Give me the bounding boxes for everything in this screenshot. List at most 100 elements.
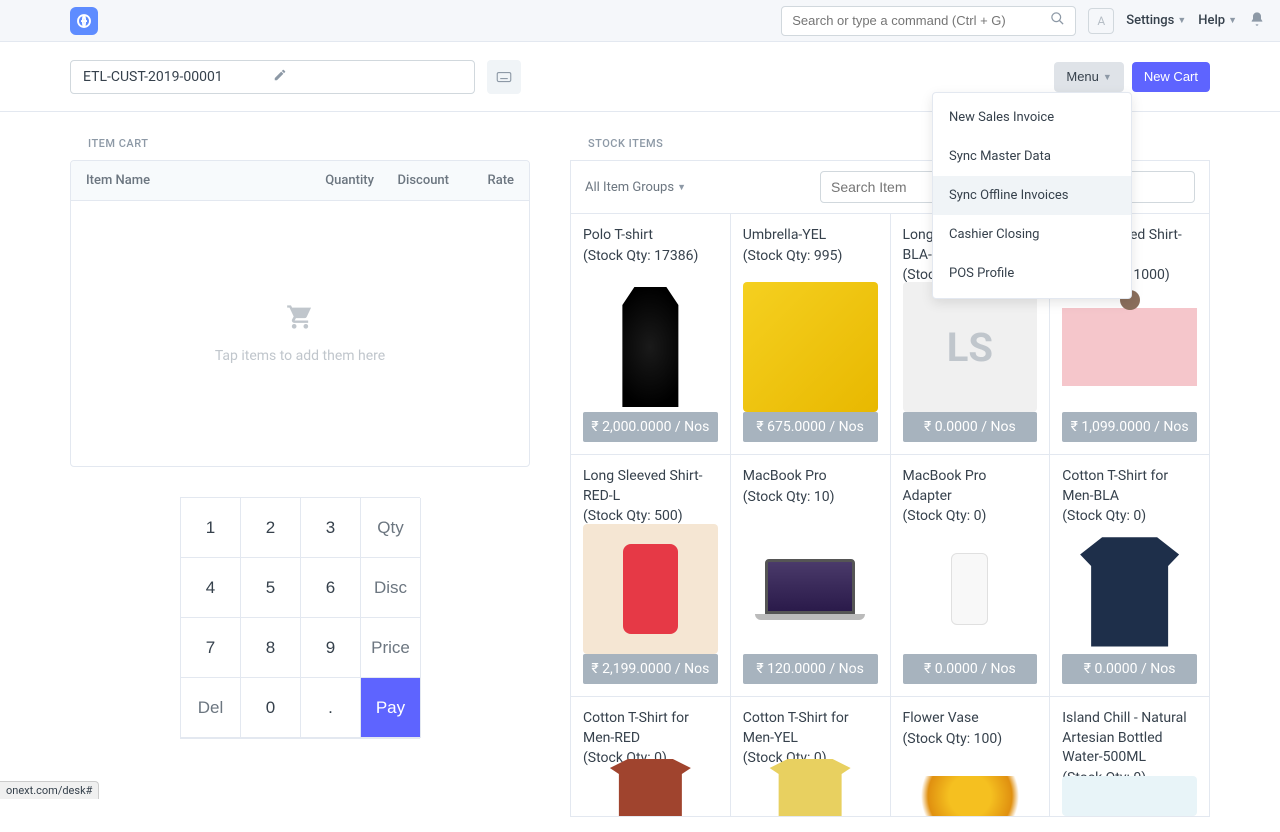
col-quantity: Quantity [304,173,374,188]
item-grid: Polo T-shirt (Stock Qty: 17386) ₹ 2,000.00… [570,213,1210,817]
numpad-pay[interactable]: Pay [361,678,421,738]
global-search-input[interactable] [792,13,1050,28]
menu-sync-offline-invoices[interactable]: Sync Offline Invoices [933,176,1131,215]
item-stock: (Stock Qty: 10) [743,489,878,505]
numpad-disc[interactable]: Disc [361,558,421,618]
menu-button[interactable]: Menu▼ [1054,62,1123,92]
settings-link[interactable]: Settings▼ [1126,13,1186,28]
keyboard-shortcut-button[interactable] [487,60,521,94]
numpad-1[interactable]: 1 [181,498,241,558]
search-icon [1050,11,1065,30]
item-card[interactable]: Cotton T-Shirt for Men-RED(Stock Qty: 0) [571,697,731,817]
pencil-icon[interactable] [273,68,463,86]
chevron-down-icon: ▼ [1228,15,1237,26]
numpad-7[interactable]: 7 [181,618,241,678]
item-image [583,282,718,412]
topbar: A Settings▼ Help▼ [0,0,1280,42]
item-name: Island Chill - Natural Artesian Bottled … [1062,709,1197,768]
item-price: ₹ 2,199.0000 / Nos [583,654,718,684]
item-stock: (Stock Qty: 0) [1062,508,1197,524]
chevron-down-icon: ▼ [677,182,686,193]
numpad-price[interactable]: Price [361,618,421,678]
item-image [583,524,718,654]
menu-sync-master-data[interactable]: Sync Master Data [933,137,1131,176]
cart-empty-state: Tap items to add them here [71,201,529,466]
numpad-6[interactable]: 6 [301,558,361,618]
numpad-2[interactable]: 2 [241,498,301,558]
bell-icon[interactable] [1249,11,1265,31]
item-image [1062,282,1197,412]
item-price: ₹ 0.0000 / Nos [903,412,1038,442]
item-card[interactable]: Umbrella-YEL (Stock Qty: 995) ₹ 675.0000 /… [731,213,891,455]
chevron-down-icon: ▼ [1103,72,1112,82]
item-card[interactable]: Flower Vase (Stock Qty: 100) [891,697,1051,817]
item-image [743,282,878,412]
numpad-qty[interactable]: Qty [361,498,421,558]
numpad-del[interactable]: Del [181,678,241,738]
item-card[interactable]: MacBook Pro (Stock Qty: 10) ₹ 120.0000 / N… [731,455,891,697]
item-image [1062,776,1197,816]
item-name: Umbrella-YEL [743,226,878,246]
item-group-dropdown[interactable]: All Item Groups▼ [585,180,686,195]
item-price: ₹ 0.0000 / Nos [903,654,1038,684]
item-stock: (Stock Qty: 17386) [583,248,718,264]
item-card[interactable]: Cotton T-Shirt for Men-BLA (Stock Qty: 0)… [1050,455,1210,697]
item-cart-label: ITEM CART [70,127,530,160]
numpad-0[interactable]: 0 [241,678,301,738]
item-name: MacBook Pro Adapter [903,467,1038,506]
menu-pos-profile[interactable]: POS Profile [933,254,1131,293]
numpad-3[interactable]: 3 [301,498,361,558]
col-discount: Discount [374,173,449,188]
numpad-9[interactable]: 9 [301,618,361,678]
item-price: ₹ 1,099.0000 / Nos [1062,412,1197,442]
global-search[interactable] [781,6,1076,36]
numpad-5[interactable]: 5 [241,558,301,618]
item-price: ₹ 2,000.0000 / Nos [583,412,718,442]
app-logo[interactable] [70,7,98,35]
chevron-down-icon: ▼ [1177,15,1186,26]
item-stock: (Stock Qty: 500) [583,508,718,524]
item-name: Cotton T-Shirt for Men-RED [583,709,718,748]
col-item-name: Item Name [86,173,304,188]
item-price: ₹ 675.0000 / Nos [743,412,878,442]
menu-new-sales-invoice[interactable]: New Sales Invoice [933,98,1131,137]
numpad-4[interactable]: 4 [181,558,241,618]
item-price: ₹ 120.0000 / Nos [743,654,878,684]
item-card[interactable]: Cotton T-Shirt for Men-YEL(Stock Qty: 0) [731,697,891,817]
item-image [743,524,878,654]
item-name: Long Sleeved Shirt-RED-L [583,467,718,506]
customer-field[interactable]: ETL-CUST-2019-00001 [70,60,475,94]
item-name: Polo T-shirt [583,226,718,246]
numpad-8[interactable]: 8 [241,618,301,678]
item-stock: (Stock Qty: 995) [743,248,878,264]
item-price: ₹ 0.0000 / Nos [1062,654,1197,684]
avatar[interactable]: A [1088,8,1114,34]
col-rate: Rate [449,173,514,188]
item-stock: (Stock Qty: 0) [903,508,1038,524]
item-name: Flower Vase [903,709,1038,729]
item-name: MacBook Pro [743,467,878,487]
customer-value: ETL-CUST-2019-00001 [83,69,273,85]
item-card[interactable]: Island Chill - Natural Artesian Bottled … [1050,697,1210,817]
item-card[interactable]: Long Sleeved Shirt-RED-L (Stock Qty: 500)… [571,455,731,697]
menu-dropdown: New Sales Invoice Sync Master Data Sync … [932,92,1132,299]
item-image [583,776,718,816]
numpad: 1 2 3 Qty 4 5 6 Disc 7 8 9 Price Del 0 .… [180,497,420,739]
numpad-dot[interactable]: . [301,678,361,738]
item-name: Cotton T-Shirt for Men-YEL [743,709,878,748]
item-image [903,524,1038,654]
cart-table: Item Name Quantity Discount Rate Tap ite… [70,160,530,467]
item-image [743,776,878,816]
item-name: Cotton T-Shirt for Men-BLA [1062,467,1197,506]
status-bar-url: onext.com/desk# [0,781,99,799]
item-card[interactable]: Polo T-shirt (Stock Qty: 17386) ₹ 2,000.00… [571,213,731,455]
new-cart-button[interactable]: New Cart [1132,62,1210,92]
item-stock: (Stock Qty: 100) [903,731,1038,747]
item-image [1062,524,1197,654]
item-card[interactable]: MacBook Pro Adapter (Stock Qty: 0) ₹ 0.000… [891,455,1051,697]
menu-cashier-closing[interactable]: Cashier Closing [933,215,1131,254]
item-image [903,776,1038,816]
cart-icon [286,303,314,338]
help-link[interactable]: Help▼ [1198,13,1237,28]
item-image: LS [903,282,1038,412]
